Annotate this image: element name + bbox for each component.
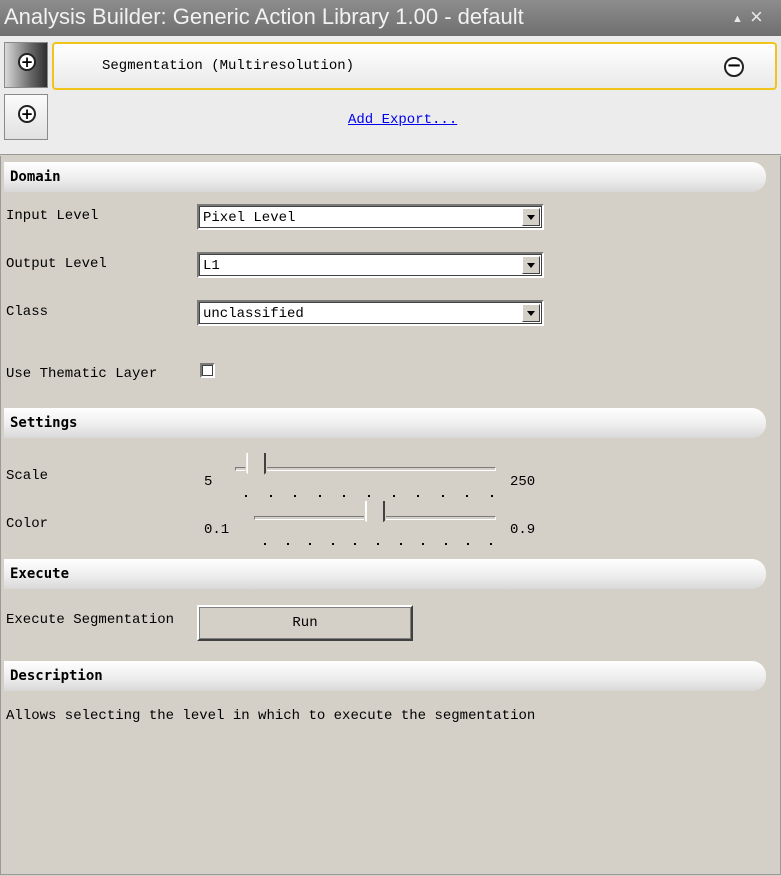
slider-tick (294, 495, 297, 497)
color-slider-thumb[interactable] (364, 500, 386, 530)
slider-tick (368, 495, 370, 497)
chevron-down-icon[interactable] (522, 304, 540, 322)
output-level-dropdown[interactable]: L1 (197, 252, 544, 278)
title-bar: Analysis Builder: Generic Action Library… (0, 0, 781, 36)
description-text: Allows selecting the level in which to e… (6, 708, 536, 724)
domain-section-header[interactable]: Domain (4, 162, 766, 192)
slider-tick (491, 495, 493, 497)
slider-tick (417, 495, 420, 497)
input-level-value: Pixel Level (203, 210, 296, 226)
scale-slider-ticks (245, 495, 493, 498)
scale-max-label: 250 (510, 474, 536, 490)
description-section-header[interactable]: Description (4, 661, 766, 691)
scale-min-label: 5 (204, 474, 213, 490)
slider-tick (377, 543, 379, 545)
scale-slider-thumb[interactable] (245, 452, 268, 482)
close-icon[interactable]: × (750, 0, 763, 34)
color-max-label: 0.9 (510, 522, 536, 538)
slider-tick (466, 495, 469, 497)
slider-tick (343, 495, 346, 497)
output-level-value: L1 (203, 258, 220, 274)
chevron-down-icon[interactable] (522, 208, 540, 226)
slider-tick (331, 543, 334, 545)
segmentation-action-label: Segmentation (Multiresolution) (102, 58, 355, 74)
slider-tick (441, 495, 444, 497)
plus-icon: + (18, 105, 36, 123)
action-list: + Segmentation (Multiresolution) − + Add… (0, 36, 781, 155)
slider-tick (490, 543, 492, 545)
slider-tick (444, 543, 447, 545)
color-min-label: 0.1 (204, 522, 230, 538)
input-level-dropdown[interactable]: Pixel Level (197, 204, 544, 230)
slider-tick (422, 543, 425, 545)
output-level-label: Output Level (6, 256, 107, 272)
use-thematic-layer-label: Use Thematic Layer (6, 366, 158, 382)
plus-icon: + (18, 53, 36, 71)
minimize-icon[interactable]: ▲ (732, 2, 743, 36)
properties-panel: Domain Input Level Pixel Level Output Le… (0, 156, 781, 875)
color-slider-ticks (264, 543, 492, 546)
slider-tick (309, 543, 312, 545)
slider-tick (318, 495, 321, 497)
run-button[interactable]: Run (197, 605, 413, 641)
slider-tick (399, 543, 402, 545)
slider-tick (354, 543, 357, 545)
slider-tick (286, 543, 289, 545)
remove-action-icon[interactable]: − (724, 57, 744, 77)
slider-tick (392, 495, 395, 497)
execute-section-header[interactable]: Execute (4, 559, 766, 589)
class-label: Class (6, 304, 49, 320)
color-label: Color (6, 516, 49, 532)
scale-label: Scale (6, 468, 49, 484)
slider-tick (264, 543, 266, 545)
chevron-down-icon[interactable] (522, 256, 540, 274)
scale-slider-track[interactable] (235, 467, 496, 471)
segmentation-toggle-button[interactable]: + (4, 42, 48, 88)
slider-tick (467, 543, 470, 545)
window-title: Analysis Builder: Generic Action Library… (4, 4, 524, 29)
add-action-button[interactable]: + (4, 94, 48, 140)
slider-tick (269, 495, 272, 497)
class-value: unclassified (203, 306, 304, 322)
add-export-link[interactable]: Add Export... (348, 112, 457, 128)
input-level-label: Input Level (6, 208, 99, 224)
settings-section-header[interactable]: Settings (4, 408, 766, 438)
execute-segmentation-label: Execute Segmentation (6, 612, 175, 628)
slider-tick (245, 495, 247, 497)
class-dropdown[interactable]: unclassified (197, 300, 544, 326)
use-thematic-layer-checkbox[interactable] (200, 363, 215, 378)
segmentation-action-row[interactable]: Segmentation (Multiresolution) − (52, 42, 777, 90)
